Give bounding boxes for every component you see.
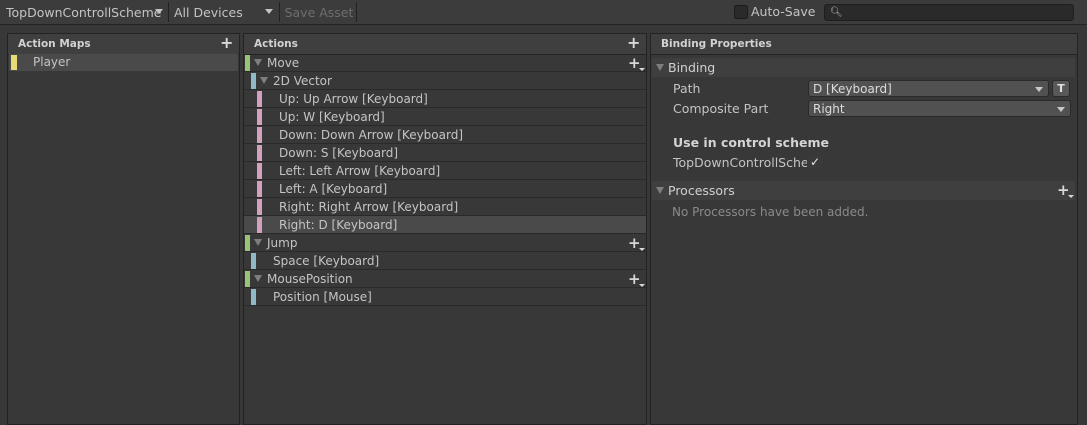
add-processor-icon[interactable]: +: [1057, 183, 1074, 198]
action-maps-header: Action Maps: [8, 34, 239, 55]
composite-part-dropdown[interactable]: Right: [808, 100, 1071, 117]
action-map-item[interactable]: Player: [9, 54, 238, 71]
binding-row-selected[interactable]: Right: D [Keyboard]: [244, 216, 646, 234]
part-color-bar: [257, 127, 262, 143]
part-color-bar: [257, 91, 262, 107]
binding-section-header[interactable]: Binding: [652, 58, 1075, 77]
search-input[interactable]: 🔍︎: [824, 4, 1074, 21]
binding-color-bar: [251, 289, 256, 305]
part-color-bar: [257, 163, 262, 179]
binding-label: Position [Mouse]: [273, 290, 372, 304]
action-row-mouseposition[interactable]: MousePosition +: [244, 270, 646, 288]
action-maps-panel: Action Maps +: [7, 33, 240, 425]
collapse-triangle-icon[interactable]: [656, 64, 664, 71]
binding-color-bar: [251, 73, 256, 89]
text-mode-button[interactable]: T: [1052, 80, 1070, 97]
action-maps-title: Action Maps: [18, 38, 91, 50]
action-color-bar: [245, 235, 250, 251]
collapse-triangle-icon[interactable]: [656, 187, 664, 194]
composite-part-value: Right: [813, 101, 845, 116]
binding-row[interactable]: Up: Up Arrow [Keyboard]: [244, 90, 646, 108]
toolbar: TopDownControllScheme All Devices Save A…: [0, 0, 1087, 25]
path-label: Path: [673, 81, 701, 96]
part-color-bar: [257, 217, 262, 233]
binding-color-bar: [251, 253, 256, 269]
toolbar-divider: [279, 2, 280, 22]
part-color-bar: [257, 181, 262, 197]
binding-label: Down: S [Keyboard]: [279, 146, 399, 160]
action-label: Jump: [267, 236, 298, 250]
binding-row[interactable]: Up: W [Keyboard]: [244, 108, 646, 126]
add-action-map-icon[interactable]: +: [220, 35, 233, 51]
search-icon: 🔍︎: [830, 7, 843, 18]
action-color-bar: [245, 271, 250, 287]
expand-triangle-icon[interactable]: [254, 275, 262, 282]
binding-section-title: Binding: [668, 60, 716, 75]
control-scheme-label: TopDownControllScheme: [6, 4, 162, 20]
binding-row[interactable]: Position [Mouse]: [244, 288, 646, 306]
scheme-checkbox[interactable]: ✓: [808, 155, 822, 169]
save-asset-button[interactable]: Save Asset: [283, 1, 355, 23]
path-value: D [Keyboard]: [813, 81, 892, 96]
binding-label: Up: Up Arrow [Keyboard]: [279, 92, 428, 106]
action-row-jump[interactable]: Jump +: [244, 234, 646, 252]
action-label: Move: [267, 56, 300, 70]
composite-row[interactable]: 2D Vector: [244, 72, 646, 90]
binding-row[interactable]: Down: Down Arrow [Keyboard]: [244, 126, 646, 144]
binding-properties-header: Binding Properties: [651, 34, 1077, 55]
binding-row[interactable]: Space [Keyboard]: [244, 252, 646, 270]
binding-properties-title: Binding Properties: [661, 38, 772, 50]
binding-label: Left: Left Arrow [Keyboard]: [279, 164, 441, 178]
binding-label: Down: Down Arrow [Keyboard]: [279, 128, 464, 142]
binding-label: Space [Keyboard]: [273, 254, 380, 268]
binding-row[interactable]: Right: Right Arrow [Keyboard]: [244, 198, 646, 216]
expand-triangle-icon[interactable]: [254, 239, 262, 246]
chevron-down-icon: [1057, 107, 1065, 112]
autosave-label: Auto-Save: [751, 4, 816, 19]
chevron-down-icon: [265, 9, 273, 14]
devices-label: All Devices: [174, 4, 243, 20]
binding-label: Up: W [Keyboard]: [279, 110, 385, 124]
expand-triangle-icon[interactable]: [254, 59, 262, 66]
processors-section-header[interactable]: Processors +: [652, 181, 1075, 200]
path-dropdown[interactable]: D [Keyboard]: [808, 80, 1049, 97]
expand-triangle-icon[interactable]: [260, 77, 268, 84]
action-color-bar: [245, 55, 250, 71]
add-binding-icon[interactable]: +: [628, 236, 645, 251]
autosave-checkbox[interactable]: [734, 5, 748, 19]
action-label: MousePosition: [267, 272, 353, 286]
binding-row[interactable]: Left: A [Keyboard]: [244, 180, 646, 198]
map-color-bar: [11, 55, 17, 70]
binding-label: Right: Right Arrow [Keyboard]: [279, 200, 459, 214]
binding-label: Left: A [Keyboard]: [279, 182, 388, 196]
part-color-bar: [257, 199, 262, 215]
checkmark-icon: ✓: [809, 155, 821, 169]
processors-section-title: Processors: [668, 183, 735, 198]
scheme-name-label: TopDownControllSchen: [673, 155, 807, 170]
chevron-down-icon: [1035, 87, 1043, 92]
actions-header: Actions: [244, 34, 646, 55]
binding-row[interactable]: Down: S [Keyboard]: [244, 144, 646, 162]
part-color-bar: [257, 145, 262, 161]
action-map-label: Player: [33, 55, 71, 69]
actions-title: Actions: [254, 38, 298, 50]
processors-empty-message: No Processors have been added.: [672, 205, 869, 219]
chevron-down-icon: [155, 9, 163, 14]
add-binding-icon[interactable]: +: [628, 56, 645, 71]
composite-label: 2D Vector: [273, 74, 332, 88]
binding-label: Right: D [Keyboard]: [279, 218, 398, 232]
action-row-move[interactable]: Move +: [244, 54, 646, 72]
devices-dropdown[interactable]: All Devices: [168, 1, 278, 23]
toolbar-divider: [356, 2, 357, 22]
use-in-scheme-heading: Use in control scheme: [673, 135, 829, 150]
composite-part-label: Composite Part: [673, 101, 769, 116]
binding-row[interactable]: Left: Left Arrow [Keyboard]: [244, 162, 646, 180]
part-color-bar: [257, 109, 262, 125]
add-binding-icon[interactable]: +: [628, 272, 645, 287]
add-action-icon[interactable]: +: [627, 35, 640, 51]
control-scheme-dropdown[interactable]: TopDownControllScheme: [0, 1, 168, 23]
